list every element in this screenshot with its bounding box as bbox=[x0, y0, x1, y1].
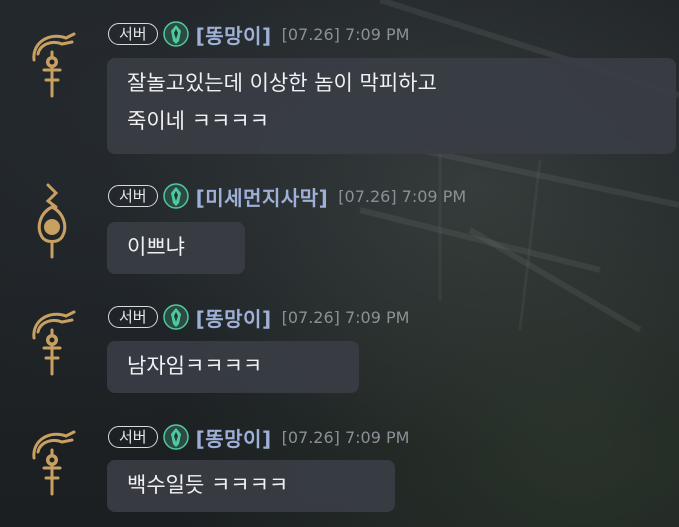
message-text-line: 남자임ㅋㅋㅋㅋ bbox=[127, 354, 263, 378]
message-timestamp: [07.26] 7:09 PM bbox=[281, 307, 410, 327]
message-text-line: 죽이네 ㅋㅋㅋㅋ bbox=[127, 109, 269, 133]
message-header: 서버 [똥망이] [07.26] 7:09 PM bbox=[108, 302, 409, 332]
orb-pendant-icon[interactable] bbox=[22, 181, 82, 261]
message-timestamp: [07.26] 7:09 PM bbox=[281, 24, 410, 44]
server-badge: 서버 bbox=[108, 306, 158, 328]
feather-staff-icon[interactable] bbox=[22, 420, 82, 500]
server-badge: 서버 bbox=[108, 426, 158, 448]
message-bubble: 남자임ㅋㅋㅋㅋ bbox=[107, 341, 359, 393]
username[interactable]: [똥망이] bbox=[196, 423, 272, 452]
message-timestamp: [07.26] 7:09 PM bbox=[338, 186, 467, 206]
guild-emblem-icon bbox=[162, 21, 189, 47]
username[interactable]: [똥망이] bbox=[196, 303, 272, 332]
username[interactable]: [똥망이] bbox=[196, 20, 272, 49]
message-text-line: 이쁘냐 bbox=[127, 235, 185, 259]
guild-emblem-icon bbox=[162, 424, 189, 450]
message-header: 서버 [미세먼지사막] [07.26] 7:09 PM bbox=[108, 181, 466, 211]
message-text-line: 백수일듯 ㅋㅋㅋㅋ bbox=[127, 473, 289, 497]
guild-emblem-icon bbox=[162, 304, 189, 330]
message-bubble: 잘놀고있는데 이상한 놈이 막피하고 죽이네 ㅋㅋㅋㅋ bbox=[107, 58, 676, 154]
message-bubble: 백수일듯 ㅋㅋㅋㅋ bbox=[107, 460, 395, 512]
guild-emblem-icon bbox=[162, 183, 189, 209]
message-header: 서버 [똥망이] [07.26] 7:09 PM bbox=[108, 422, 409, 452]
message-bubble: 이쁘냐 bbox=[107, 222, 245, 274]
message-header: 서버 [똥망이] [07.26] 7:09 PM bbox=[108, 19, 409, 49]
username[interactable]: [미세먼지사막] bbox=[196, 182, 329, 211]
feather-staff-icon[interactable] bbox=[22, 22, 82, 102]
server-badge: 서버 bbox=[108, 23, 158, 45]
feather-staff-icon[interactable] bbox=[22, 300, 82, 380]
message-timestamp: [07.26] 7:09 PM bbox=[281, 427, 410, 447]
server-badge: 서버 bbox=[108, 185, 158, 207]
message-text-line: 잘놀고있는데 이상한 놈이 막피하고 bbox=[127, 71, 437, 95]
